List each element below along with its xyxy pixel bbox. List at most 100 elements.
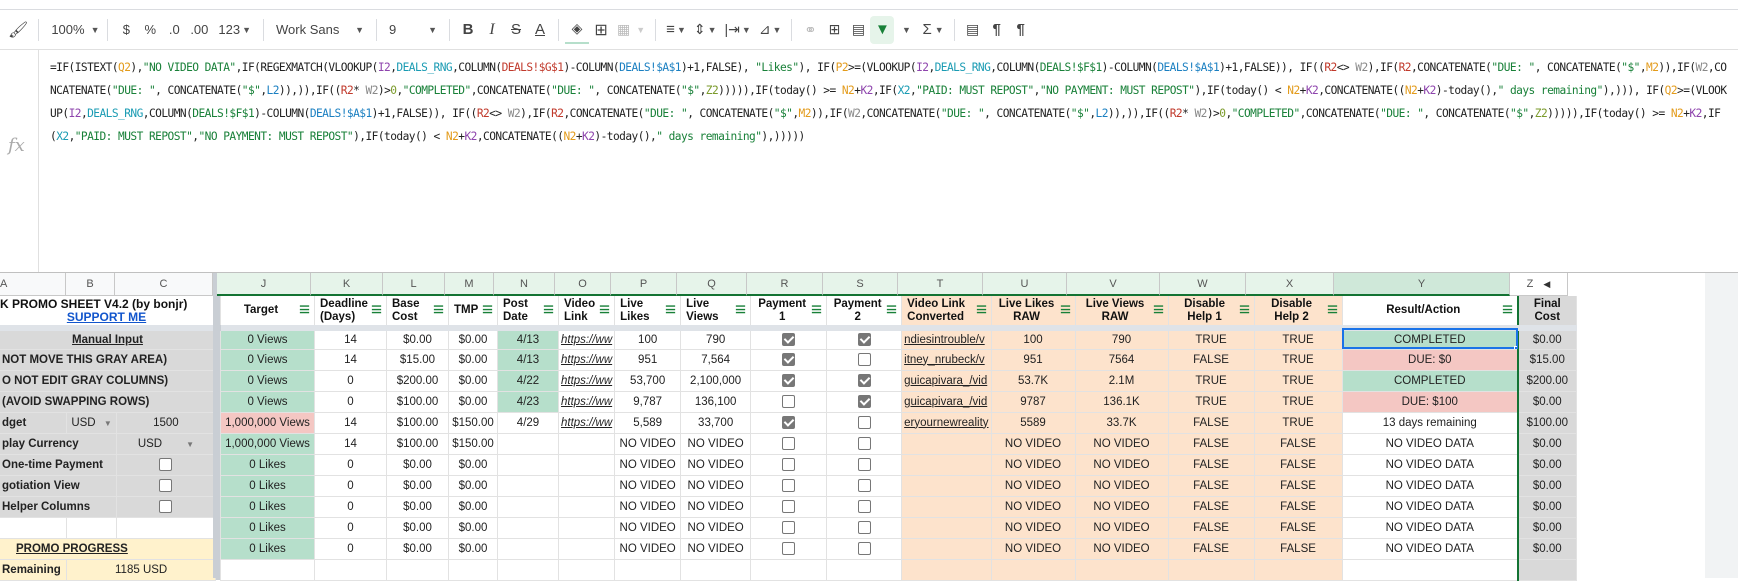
column-header-l[interactable]: L <box>383 273 445 296</box>
video-link-converted[interactable]: itney_nrubeck/v <box>901 349 992 371</box>
video-link-converted[interactable]: guicapivara_/vid <box>901 370 992 392</box>
font-size-select[interactable]: 9 ▼ <box>383 16 443 44</box>
vertical-align-icon[interactable]: ⇕ ▼ <box>690 16 721 44</box>
budget-amount[interactable]: 1500 <box>116 412 217 434</box>
filter-icon[interactable]: ☰ <box>1153 304 1164 317</box>
payment-2-checkbox[interactable] <box>857 437 871 450</box>
video-link-converted[interactable]: guicapivara_/vid <box>901 391 992 413</box>
filter-icon[interactable]: ☰ <box>735 304 746 317</box>
column-header-q[interactable]: Q <box>677 273 747 296</box>
video-link[interactable]: https://ww <box>558 370 616 392</box>
payment-2-checkbox[interactable] <box>857 374 871 387</box>
column-header-t[interactable]: T <box>898 273 983 296</box>
more-formats-select[interactable]: 123 ▼ <box>212 16 257 44</box>
setting-checkbox[interactable] <box>159 479 173 492</box>
input-tools-icon[interactable]: ▤ <box>961 16 985 44</box>
setting-checkbox[interactable] <box>159 500 173 513</box>
payment-1-checkbox[interactable] <box>782 500 796 513</box>
column-header-u[interactable]: U <box>983 273 1067 296</box>
fill-color-icon[interactable]: ◈ <box>565 16 590 44</box>
payment-2-checkbox[interactable] <box>857 521 871 534</box>
column-header-s[interactable]: S <box>823 273 898 296</box>
payment-1-checkbox[interactable] <box>782 333 796 347</box>
insert-chart-icon[interactable]: ▤ <box>846 16 870 44</box>
font-select[interactable]: Work Sans ▼ <box>270 16 370 44</box>
zoom-select[interactable]: 100% ▼ <box>45 16 101 44</box>
column-header-p[interactable]: P <box>611 273 677 296</box>
italic-button[interactable]: I <box>480 16 504 44</box>
rtl-paragraph-icon[interactable]: ¶ <box>1009 16 1033 44</box>
filter-icon[interactable]: ☰ <box>371 304 382 317</box>
merge-cells-icon[interactable]: ▦ ▼ <box>613 16 649 44</box>
payment-1-checkbox[interactable] <box>782 353 796 366</box>
bold-button[interactable]: B <box>456 16 480 44</box>
video-link[interactable]: https://ww <box>558 391 616 413</box>
payment-2-checkbox[interactable] <box>857 479 871 492</box>
filter-icon[interactable]: ☰ <box>976 304 987 317</box>
column-header-y[interactable]: Y <box>1334 273 1510 296</box>
column-header-a[interactable]: A <box>0 273 66 296</box>
fill-handle[interactable] <box>1514 345 1517 348</box>
filter-icon[interactable]: ☰ <box>599 304 610 317</box>
paint-format-icon[interactable]: 🖌︎ <box>4 16 32 44</box>
payment-2-checkbox[interactable] <box>857 395 871 408</box>
column-header-n[interactable]: N <box>494 273 555 296</box>
text-color-button[interactable]: A <box>528 16 552 44</box>
filter-icon[interactable]: ☰ <box>1239 304 1250 317</box>
video-link-converted[interactable]: eryournewreality <box>901 412 992 434</box>
payment-2-checkbox[interactable] <box>857 333 871 347</box>
currency-format-button[interactable]: $ <box>114 16 138 44</box>
filter-icon[interactable]: ☰ <box>1327 304 1338 317</box>
setting-checkbox[interactable] <box>159 458 173 471</box>
insert-link-icon[interactable]: ⚭ <box>798 16 822 44</box>
frozen-columns-divider[interactable] <box>213 273 217 578</box>
filter-views-dropdown[interactable]: ▼ <box>894 16 918 44</box>
payment-1-checkbox[interactable] <box>782 542 796 555</box>
increase-decimal-button[interactable]: .00 <box>186 16 212 44</box>
collapse-left-icon[interactable]: ◀ <box>1543 279 1550 290</box>
payment-1-checkbox[interactable] <box>782 374 796 387</box>
filter-icon[interactable]: ☰ <box>886 304 897 317</box>
column-header-r[interactable]: R <box>747 273 823 296</box>
functions-button[interactable]: Σ ▼ <box>918 16 947 44</box>
display-currency-select[interactable]: USD ▼ <box>116 433 217 455</box>
payment-1-checkbox[interactable] <box>782 479 796 492</box>
column-header-c[interactable]: C <box>115 273 213 296</box>
column-header-v[interactable]: V <box>1067 273 1160 296</box>
formula-input[interactable]: =IF(ISTEXT(Q2),"NO VIDEO DATA",IF(REGEXM… <box>50 56 1730 148</box>
horizontal-align-icon[interactable]: ≡ ▼ <box>662 16 690 44</box>
column-header-b[interactable]: B <box>66 273 115 296</box>
filter-icon[interactable]: ☰ <box>299 304 310 317</box>
column-header-x[interactable]: X <box>1246 273 1334 296</box>
payment-2-checkbox[interactable] <box>857 416 871 429</box>
payment-2-checkbox[interactable] <box>857 500 871 513</box>
column-header-w[interactable]: W <box>1160 273 1246 296</box>
payment-1-checkbox[interactable] <box>782 521 796 534</box>
ltr-paragraph-icon[interactable]: ¶ <box>985 16 1009 44</box>
filter-icon[interactable]: ☰ <box>665 304 676 317</box>
column-header-o[interactable]: O <box>555 273 611 296</box>
payment-1-checkbox[interactable] <box>782 416 796 429</box>
video-link[interactable]: https://ww <box>558 328 616 350</box>
video-link[interactable]: https://ww <box>558 349 616 371</box>
column-header-k[interactable]: K <box>311 273 383 296</box>
borders-icon[interactable]: ⊞ <box>589 16 613 44</box>
budget-currency-select[interactable]: USD ▼ <box>66 412 117 434</box>
insert-comment-icon[interactable]: ⊞ <box>822 16 846 44</box>
payment-1-checkbox[interactable] <box>782 458 796 471</box>
payment-1-checkbox[interactable] <box>782 395 796 408</box>
filter-icon[interactable]: ☰ <box>1060 304 1071 317</box>
strikethrough-button[interactable]: S <box>504 16 528 44</box>
video-link[interactable]: https://ww <box>558 412 616 434</box>
column-header-z[interactable]: Z ◀ <box>1510 273 1568 296</box>
decrease-decimal-button[interactable]: .0 <box>162 16 186 44</box>
support-me-link[interactable]: SUPPORT ME <box>0 310 213 322</box>
video-link-converted[interactable]: ndiesintrouble/v <box>901 328 992 350</box>
payment-2-checkbox[interactable] <box>857 353 871 366</box>
filter-icon[interactable]: ☰ <box>543 304 554 317</box>
filter-icon[interactable]: ☰ <box>1502 304 1513 317</box>
text-rotation-icon[interactable]: ⊿ ▼ <box>755 16 786 44</box>
payment-2-checkbox[interactable] <box>857 458 871 471</box>
payment-2-checkbox[interactable] <box>857 542 871 555</box>
text-wrap-icon[interactable]: |⇥ ▼ <box>721 16 755 44</box>
